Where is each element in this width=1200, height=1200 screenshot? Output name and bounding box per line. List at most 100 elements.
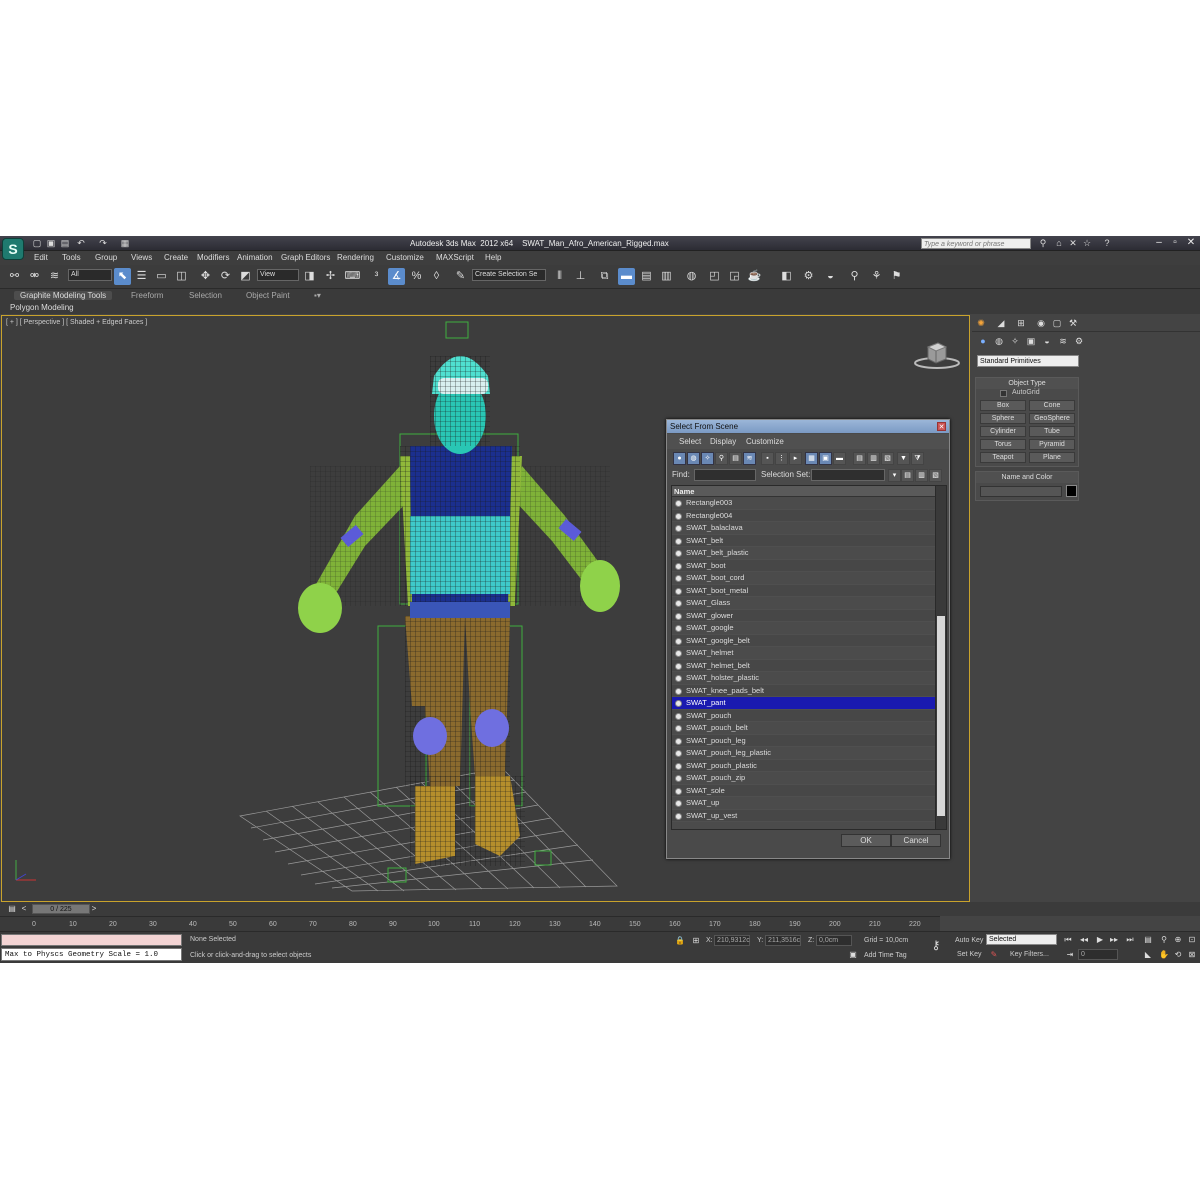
zoom-extents-icon[interactable]: ⊡ <box>1186 934 1198 945</box>
named-selection-set-select[interactable]: Create Selection Se <box>472 269 546 281</box>
maxscript-listener-input[interactable] <box>1 934 182 946</box>
object-list-item[interactable]: SWAT_pouch_zip <box>672 772 935 785</box>
spinner-snap-icon[interactable]: ◊ <box>428 268 445 285</box>
x-coordinate-field[interactable]: 210,9312c <box>714 935 750 946</box>
object-list-item[interactable]: SWAT_sole <box>672 784 935 797</box>
display-tab-icon[interactable]: ▢ <box>1050 317 1064 330</box>
dialog-close-icon[interactable]: ✕ <box>937 422 946 431</box>
tab-object-paint[interactable]: Object Paint <box>246 291 290 300</box>
keyboard-shortcut-icon[interactable]: ⌨ <box>344 268 361 285</box>
key-mode-select[interactable]: Selected <box>986 934 1057 945</box>
create-tab-icon[interactable]: ✺ <box>974 317 988 330</box>
box-button[interactable]: Box <box>980 400 1026 411</box>
filter-options-icon[interactable]: ⧩ <box>911 452 924 465</box>
name-color-header[interactable]: Name and Color <box>976 472 1078 483</box>
tab-selection[interactable]: Selection <box>189 291 222 300</box>
zoom-all-icon[interactable]: ⊕ <box>1172 934 1184 945</box>
name-column-header[interactable]: Name <box>672 486 935 497</box>
timeline-ruler[interactable]: 0 10 20 30 40 50 60 70 80 90 100 110 120… <box>0 916 940 931</box>
display-containers-icon[interactable]: ▦ <box>805 452 818 465</box>
app-logo-icon[interactable]: S <box>2 238 24 260</box>
select-object-icon[interactable]: ⬉ <box>114 268 131 285</box>
next-frame-icon[interactable]: > <box>88 903 100 914</box>
plane-button[interactable]: Plane <box>1029 452 1075 463</box>
select-none-icon[interactable]: ▥ <box>867 452 880 465</box>
prev-frame-icon[interactable]: < <box>18 903 30 914</box>
object-list-item[interactable]: SWAT_pouch_leg <box>672 734 935 747</box>
object-list-item[interactable]: SWAT_pouch <box>672 709 935 722</box>
object-list-item[interactable]: SWAT_balaclava <box>672 522 935 535</box>
fov-icon[interactable]: ◣ <box>1142 949 1154 960</box>
geosphere-button[interactable]: GeoSphere <box>1029 413 1075 424</box>
edit-named-selection-icon[interactable]: ✎ <box>452 268 469 285</box>
add-time-tag[interactable]: Add Time Tag <box>864 952 907 959</box>
selection-set-select[interactable] <box>811 469 885 481</box>
object-list-item[interactable]: Rectangle004 <box>672 509 935 522</box>
tab-freeform[interactable]: Freeform <box>131 291 163 300</box>
maxscript-output[interactable]: Max to Physcs Geometry Scale = 1.0 <box>1 948 182 961</box>
selection-set-dropdown-icon[interactable]: ▾ <box>888 469 901 482</box>
object-list-item[interactable]: SWAT_pouch_leg_plastic <box>672 747 935 760</box>
angle-snap-icon[interactable]: ∡ <box>388 268 405 285</box>
render-setup-icon[interactable]: ◰ <box>706 268 723 285</box>
orbit-icon[interactable]: ⟲ <box>1172 949 1184 960</box>
cone-button[interactable]: Cone <box>1029 400 1075 411</box>
percent-snap-icon[interactable]: % <box>408 268 425 285</box>
object-name-input[interactable] <box>980 486 1062 497</box>
current-frame-field[interactable]: 0 <box>1078 949 1118 960</box>
y-coordinate-field[interactable]: 211,3516c <box>765 935 801 946</box>
link-icon[interactable]: ⚯ <box>6 268 23 285</box>
animation-tool-icon[interactable]: ⚘ <box>868 268 885 285</box>
goto-end-icon[interactable]: ⏭ <box>1124 934 1136 945</box>
polygon-modeling-label[interactable]: Polygon Modeling <box>10 303 74 312</box>
object-list-item[interactable]: SWAT_helmet_belt <box>672 659 935 672</box>
object-type-header[interactable]: Object Type <box>976 378 1078 389</box>
cancel-button[interactable]: Cancel <box>891 834 941 847</box>
torus-button[interactable]: Torus <box>980 439 1026 450</box>
close-icon[interactable]: ✕ <box>1184 237 1198 249</box>
hierarchy-tab-icon[interactable]: ⊞ <box>1014 317 1028 330</box>
select-invert-icon[interactable]: ▧ <box>881 452 894 465</box>
material-editor-icon[interactable]: ◍ <box>683 268 700 285</box>
save-file-icon[interactable]: ▤ <box>60 238 70 248</box>
pivot-center-icon[interactable]: ◨ <box>301 268 318 285</box>
display-cameras-icon[interactable]: ⚲ <box>715 452 728 465</box>
minimize-icon[interactable]: – <box>1152 237 1166 249</box>
object-list-item[interactable]: SWAT_Glass <box>672 597 935 610</box>
teapot-button[interactable]: Teapot <box>980 452 1026 463</box>
ok-button[interactable]: OK <box>841 834 891 847</box>
communication-icon[interactable]: ⌂ <box>1054 238 1064 248</box>
rotate-icon[interactable]: ⟳ <box>217 268 234 285</box>
reference-coord-select[interactable]: View <box>257 269 299 281</box>
next-key-icon[interactable]: ▸▸ <box>1108 934 1120 945</box>
filter-icon[interactable]: ▼ <box>897 452 910 465</box>
favorites-star-icon[interactable]: ☆ <box>1082 238 1092 248</box>
set-key-button[interactable]: Set Key <box>957 951 982 958</box>
pyramid-button[interactable]: Pyramid <box>1029 439 1075 450</box>
help-icon[interactable]: ? <box>1102 238 1112 248</box>
layer-manager-icon[interactable]: ⧉ <box>596 268 613 285</box>
unlink-icon[interactable]: ⚮ <box>26 268 43 285</box>
scene-explorer-icon[interactable]: ⚙ <box>800 268 817 285</box>
remove-set-icon[interactable]: ▧ <box>929 469 942 482</box>
scrollbar-thumb[interactable] <box>937 616 945 816</box>
selection-filter-select[interactable]: All <box>68 269 112 281</box>
dialog-menu-display[interactable]: Display <box>710 437 736 446</box>
menu-views[interactable]: Views <box>131 253 152 262</box>
list-scrollbar[interactable] <box>935 486 946 829</box>
shapes-icon[interactable]: ◍ <box>992 335 1006 348</box>
menu-customize[interactable]: Customize <box>386 253 424 262</box>
menu-modifiers[interactable]: Modifiers <box>197 253 229 262</box>
move-icon[interactable]: ✥ <box>197 268 214 285</box>
motion-tab-icon[interactable]: ◉ <box>1034 317 1048 330</box>
absolute-mode-icon[interactable]: ⊞ <box>690 935 702 946</box>
time-config-icon[interactable]: ▤ <box>1142 934 1154 945</box>
find-input[interactable] <box>694 469 756 481</box>
redo-icon[interactable]: ↷ <box>98 238 108 248</box>
cylinder-button[interactable]: Cylinder <box>980 426 1026 437</box>
maximize-icon[interactable]: ▫ <box>1168 237 1182 249</box>
auto-key-button[interactable]: Auto Key <box>955 937 983 944</box>
sphere-button[interactable]: Sphere <box>980 413 1026 424</box>
dialog-menu-select[interactable]: Select <box>679 437 701 446</box>
new-file-icon[interactable]: ▢ <box>32 238 42 248</box>
